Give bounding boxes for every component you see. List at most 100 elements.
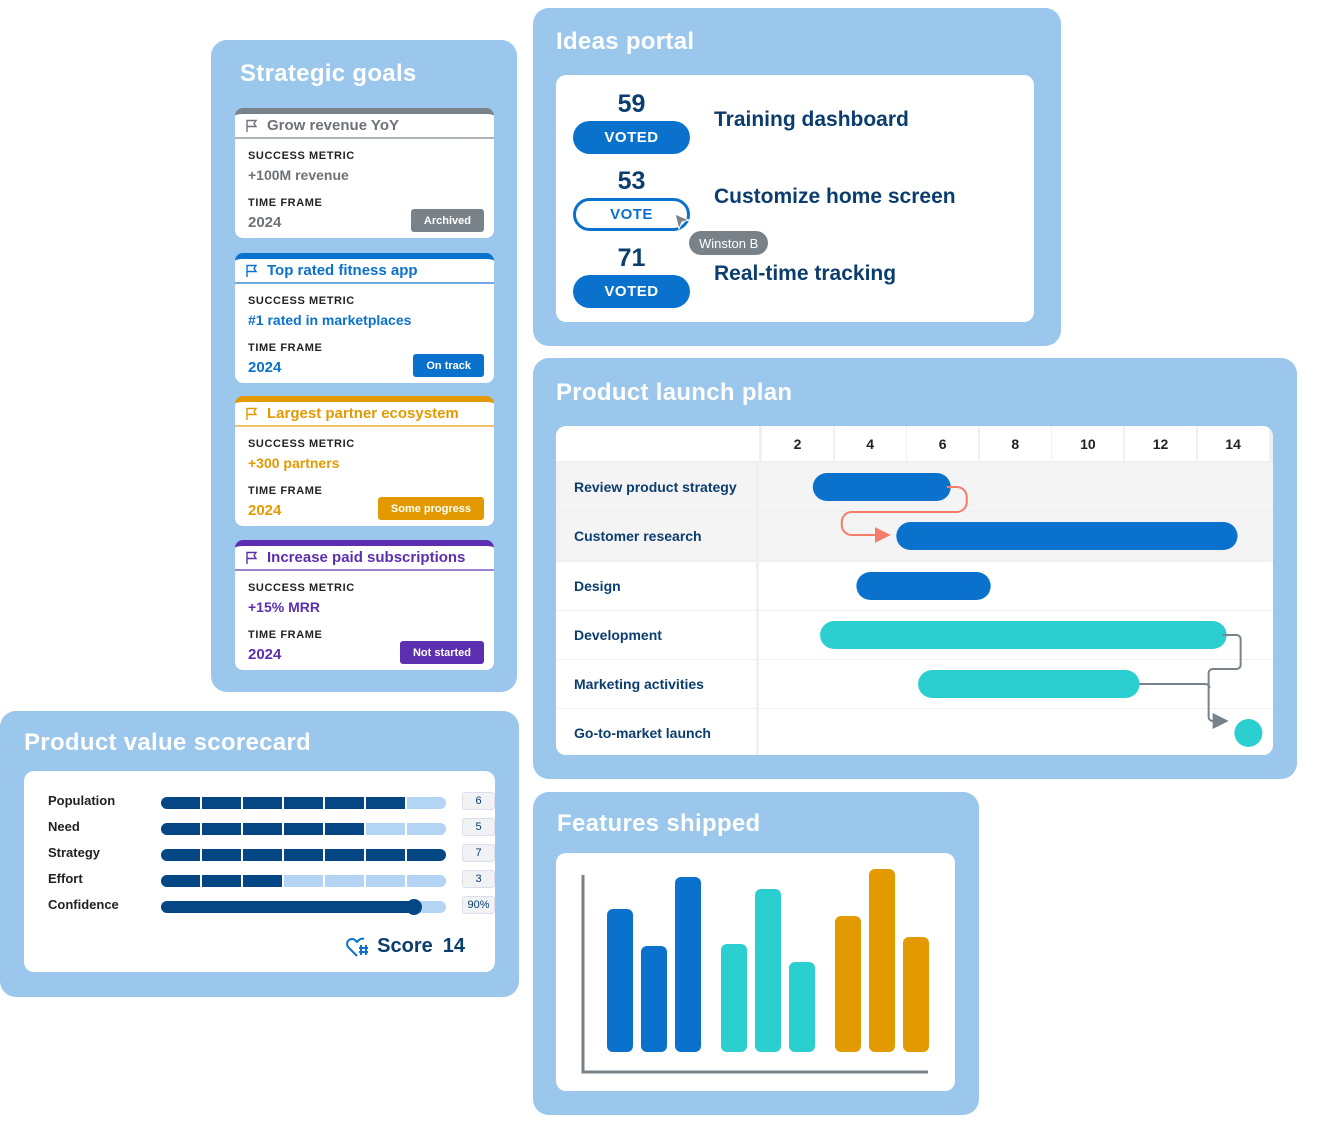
- score-row: Strategy 7: [48, 844, 495, 865]
- flag-icon: [246, 119, 258, 132]
- score-segment[interactable]: [161, 823, 202, 835]
- score-segment[interactable]: [284, 849, 325, 861]
- score-segment[interactable]: [366, 875, 407, 887]
- score-total: Score 14: [345, 935, 465, 958]
- goal-card[interactable]: Largest partner ecosystem SUCCESS METRIC +…: [235, 396, 494, 526]
- idea-title[interactable]: Real-time tracking: [714, 262, 896, 286]
- score-segment[interactable]: [407, 823, 446, 835]
- task-bar[interactable]: [896, 522, 1238, 550]
- score-segment[interactable]: [325, 849, 366, 861]
- cursor-tooltip: Winston B: [689, 231, 769, 255]
- score-label: Need: [48, 819, 80, 834]
- feature-bar[interactable]: [835, 916, 861, 1052]
- score-segment[interactable]: [161, 875, 202, 887]
- score-segment[interactable]: [407, 797, 446, 809]
- feature-bar[interactable]: [675, 877, 701, 1052]
- success-metric-label: SUCCESS METRIC: [248, 582, 355, 594]
- idea-title[interactable]: Training dashboard: [714, 108, 909, 132]
- feature-bar[interactable]: [869, 869, 895, 1052]
- time-frame-label: TIME FRAME: [248, 342, 323, 354]
- goal-card[interactable]: Grow revenue YoY SUCCESS METRIC +100M reve…: [235, 108, 494, 238]
- goal-header: Top rated fitness app: [235, 259, 494, 284]
- feature-bar[interactable]: [641, 946, 667, 1052]
- score-segment[interactable]: [243, 823, 284, 835]
- goal-card[interactable]: Increase paid subscriptions SUCCESS METRI…: [235, 540, 494, 670]
- score-label: Population: [48, 793, 116, 808]
- feature-bar[interactable]: [755, 889, 781, 1052]
- success-metric-value: +15% MRR: [248, 599, 320, 615]
- goal-header: Increase paid subscriptions: [235, 546, 494, 571]
- features-shipped-panel: Features shipped: [533, 792, 979, 1115]
- feature-bar[interactable]: [721, 944, 747, 1052]
- goal-header: Largest partner ecosystem: [235, 402, 494, 427]
- confidence-handle[interactable]: [405, 899, 422, 915]
- goal-name: Largest partner ecosystem: [267, 405, 459, 422]
- score-slider[interactable]: [161, 797, 446, 809]
- score-segment[interactable]: [325, 875, 366, 887]
- confidence-slider[interactable]: [161, 899, 446, 915]
- confidence-value: 90%: [462, 896, 495, 914]
- score-segment[interactable]: [202, 823, 243, 835]
- score-segment[interactable]: [366, 797, 407, 809]
- scorecard-panel: Product value scorecard Population 6 Need 5…: [0, 711, 519, 997]
- heart-hash-icon: [346, 937, 369, 957]
- goal-card[interactable]: Top rated fitness app SUCCESS METRIC #1 ra…: [235, 253, 494, 383]
- score-segment[interactable]: [202, 849, 243, 861]
- confidence-row: Confidence 90%: [48, 896, 495, 917]
- score-segment[interactable]: [161, 849, 202, 861]
- launch-plan-title: Product launch plan: [556, 379, 793, 406]
- task-bar[interactable]: [918, 670, 1140, 698]
- score-segment[interactable]: [366, 823, 407, 835]
- feature-bar[interactable]: [789, 962, 815, 1052]
- score-segment[interactable]: [325, 823, 366, 835]
- score-slider[interactable]: [161, 849, 446, 861]
- confidence-fill: [161, 901, 418, 913]
- dependency-arrow: [1139, 683, 1211, 689]
- time-frame-label: TIME FRAME: [248, 485, 323, 497]
- status-badge: Some progress: [377, 497, 484, 520]
- voted-button[interactable]: VOTED: [573, 121, 690, 154]
- vote-count: 53: [617, 167, 646, 195]
- status-badge: On track: [413, 354, 484, 377]
- cursor-icon: [674, 213, 691, 231]
- goal-name: Increase paid subscriptions: [267, 549, 466, 566]
- feature-bar[interactable]: [903, 937, 929, 1052]
- strategic-goals-title: Strategic goals: [240, 60, 417, 87]
- score-segment[interactable]: [202, 875, 243, 887]
- feature-bar[interactable]: [607, 909, 633, 1052]
- score-segment[interactable]: [202, 797, 243, 809]
- task-bar[interactable]: [812, 473, 951, 501]
- score-segment[interactable]: [407, 875, 446, 887]
- score-value: 7: [462, 844, 495, 862]
- idea-title[interactable]: Customize home screen: [714, 185, 956, 209]
- score-segment[interactable]: [366, 849, 407, 861]
- score-segment[interactable]: [284, 823, 325, 835]
- score-segment[interactable]: [243, 875, 284, 887]
- score-segment[interactable]: [407, 849, 446, 861]
- scorecard-title: Product value scorecard: [24, 729, 312, 756]
- score-slider[interactable]: [161, 823, 446, 835]
- score-label: Score: [377, 935, 433, 957]
- score-segment[interactable]: [325, 797, 366, 809]
- score-value: 5: [462, 818, 495, 836]
- features-bar-chart: [581, 869, 929, 1074]
- time-frame-label: TIME FRAME: [248, 197, 323, 209]
- milestone-marker[interactable]: [1234, 719, 1263, 747]
- score-segment[interactable]: [284, 875, 325, 887]
- features-shipped-title: Features shipped: [557, 810, 761, 837]
- vote-count: 71: [617, 244, 646, 272]
- score-segment[interactable]: [243, 849, 284, 861]
- task-bar[interactable]: [856, 572, 991, 600]
- score-label: Strategy: [48, 845, 101, 860]
- score-segment[interactable]: [284, 797, 325, 809]
- success-metric-label: SUCCESS METRIC: [248, 438, 355, 450]
- success-metric-value: #1 rated in marketplaces: [248, 312, 412, 328]
- score-slider[interactable]: [161, 875, 446, 887]
- time-frame-value: 2024: [248, 214, 282, 231]
- score-segment[interactable]: [161, 797, 202, 809]
- score-segment[interactable]: [243, 797, 284, 809]
- strategic-goals-panel: Strategic goals Grow revenue YoY SUCCESS …: [211, 40, 517, 692]
- voted-button[interactable]: VOTED: [573, 275, 690, 308]
- gantt-bars: [812, 473, 1263, 747]
- task-bar[interactable]: [820, 621, 1227, 649]
